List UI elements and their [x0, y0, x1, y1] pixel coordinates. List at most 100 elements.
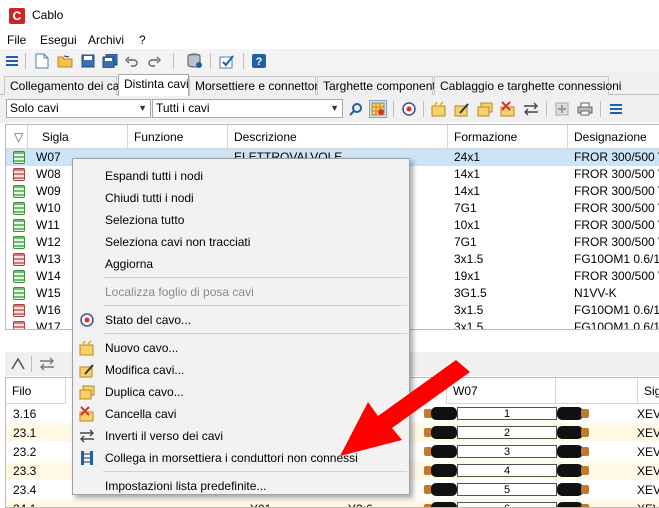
redo-icon[interactable] — [145, 52, 163, 70]
wire-connector-graphic: 5 — [424, 482, 589, 497]
delete-cable-icon[interactable] — [499, 100, 517, 118]
column-header-funzione[interactable]: Funzione — [128, 125, 228, 149]
app-logo-icon: C — [9, 8, 25, 24]
menu-item-aggiorna[interactable]: Aggiorna — [73, 253, 409, 275]
toolbar-separator — [393, 101, 394, 117]
wire-connector-graphic: 6 — [424, 501, 589, 507]
column-header-filo[interactable]: Filo — [6, 378, 66, 404]
cell-sigla: W09 — [36, 184, 61, 198]
menu-item-espandi-tutti-i-nodi[interactable]: Espandi tutti i nodi — [73, 165, 409, 187]
connector-plug-icon — [557, 464, 583, 477]
print-icon[interactable] — [576, 100, 594, 118]
cable-status-icon[interactable] — [400, 100, 418, 118]
column-header-descrizione[interactable]: Descrizione — [228, 125, 448, 149]
add-disabled-icon[interactable] — [553, 100, 571, 118]
menu-esegui[interactable]: Esegui — [40, 33, 77, 47]
sort-indicator[interactable]: ▽ — [6, 125, 28, 149]
cell-filo: 24.1 — [13, 502, 36, 507]
cell-sigla: XEV: — [637, 445, 659, 459]
cell-sigla: W13 — [36, 252, 61, 266]
menu-separator — [103, 333, 407, 334]
filter-bar: Solo cavi ▼ Tutti i cavi ▼ — [0, 95, 659, 123]
table-row[interactable]: 24.1 -Y01 Y2:6 6 XEV: — [6, 499, 659, 507]
settings-check-icon[interactable] — [218, 52, 236, 70]
toolbar-separator — [210, 53, 211, 69]
invert-direction-icon[interactable] — [522, 100, 540, 118]
new-cable-icon[interactable] — [430, 100, 448, 118]
menu-help[interactable]: ? — [139, 33, 146, 47]
cell-sigla: W10 — [36, 201, 61, 215]
cell-filo: 23.3 — [13, 464, 37, 478]
connector-plug-icon — [557, 502, 583, 507]
save-all-icon[interactable] — [101, 52, 119, 70]
column-header-sigla-2[interactable]: Sigla — [638, 378, 659, 404]
undo-icon[interactable] — [123, 52, 141, 70]
tab-morsettiere-connettori[interactable]: Morsettiere e connettori — [189, 76, 321, 95]
menu-item-nuovo-cavo[interactable]: Nuovo cavo... — [73, 337, 409, 359]
cell-filo: 3.16 — [13, 407, 37, 421]
menu-item-label: Chiudi tutti i nodi — [105, 191, 194, 205]
menu-item-label: Localizza foglio di posa cavi — [105, 285, 254, 299]
cell-formazione: 14x1 — [454, 184, 481, 198]
menu-item-stato-del-cavo[interactable]: Stato del cavo... — [73, 309, 409, 331]
database-icon[interactable] — [186, 52, 204, 70]
tab-cablaggio-targhette[interactable]: Cablaggio e targhette connessioni — [434, 76, 621, 95]
tab-collegamento-cavi[interactable]: Collegamento dei cavi — [4, 76, 128, 95]
save-icon[interactable] — [79, 52, 97, 70]
cell-component: -Y01 — [246, 502, 271, 507]
edit-cable-icon[interactable] — [453, 100, 471, 118]
cable-type-select[interactable]: Solo cavi ▼ — [6, 99, 151, 118]
cell-designazione: N1VV-K — [574, 286, 617, 300]
cell-designazione: FROR 300/500 V — [574, 184, 659, 198]
help-icon[interactable]: ? — [250, 52, 268, 70]
duplicate-cable-icon[interactable] — [476, 100, 494, 118]
open-folder-icon[interactable] — [56, 52, 74, 70]
edit-cable-icon — [79, 362, 95, 378]
menu-item-label: Inverti il verso dei cavi — [105, 429, 224, 443]
menu-item-label: Seleziona tutto — [105, 213, 185, 227]
menu-item-chiudi-tutti-i-nodi[interactable]: Chiudi tutti i nodi — [73, 187, 409, 209]
delete-cable-icon — [79, 406, 95, 422]
menu-item-seleziona-cavi-non-tracciati[interactable]: Seleziona cavi non tracciati — [73, 231, 409, 253]
terminal-pin-icon — [581, 504, 589, 507]
cell-sigla: XEV: — [637, 426, 659, 440]
list-menu-icon[interactable] — [607, 100, 625, 118]
cell-designazione: FROR 300/500 V — [574, 269, 659, 283]
tab-targhette-componenti[interactable]: Targhette componenti — [317, 76, 438, 95]
wire-tool-icon[interactable] — [9, 355, 27, 373]
cell-sigla: W12 — [36, 235, 61, 249]
main-toolbar: ? — [0, 49, 659, 73]
cable-status-green-icon — [13, 151, 25, 164]
invert-icon — [79, 428, 95, 444]
terminal-pin-icon — [581, 428, 589, 437]
connector-plug-icon — [431, 502, 457, 507]
connect-terminal-icon — [79, 450, 95, 466]
menu-item-impostazioni-lista-predefinite[interactable]: Impostazioni lista predefinite... — [73, 475, 409, 497]
invert-wire-icon[interactable] — [38, 355, 56, 373]
menu-file[interactable]: File — [7, 33, 26, 47]
menu-item-seleziona-tutto[interactable]: Seleziona tutto — [73, 209, 409, 231]
filter-grid-icon[interactable] — [369, 100, 387, 118]
connector-plug-icon — [557, 407, 583, 420]
column-header-blank[interactable] — [556, 378, 638, 404]
hamburger-menu-icon[interactable] — [3, 52, 21, 70]
menu-item-label: Duplica cavo... — [105, 385, 184, 399]
menu-archivi[interactable]: Archivi — [88, 33, 124, 47]
toolbar-separator — [31, 356, 32, 372]
cable-scope-select[interactable]: Tutti i cavi ▼ — [152, 99, 343, 118]
cell-sigla: XEV: — [637, 464, 659, 478]
menu-separator — [103, 471, 407, 472]
column-header-designazione[interactable]: Designazione — [568, 125, 659, 149]
column-header-sigla[interactable]: Sigla — [28, 125, 128, 149]
chevron-down-icon: ▼ — [330, 103, 339, 113]
tab-distinta-cavi[interactable]: Distinta cavi — [118, 74, 189, 96]
duplicate-cable-icon — [79, 384, 95, 400]
menu-item-localizza-foglio-di-posa-cavi: Localizza foglio di posa cavi — [73, 281, 409, 303]
cell-designazione: FROR 300/500 V — [574, 167, 659, 181]
search-icon[interactable] — [347, 100, 365, 118]
cell-sigla: W14 — [36, 269, 61, 283]
new-document-icon[interactable] — [33, 52, 51, 70]
cell-formazione: 7G1 — [454, 235, 477, 249]
column-header-formazione[interactable]: Formazione — [448, 125, 568, 149]
cell-sigla: W07 — [36, 150, 61, 164]
